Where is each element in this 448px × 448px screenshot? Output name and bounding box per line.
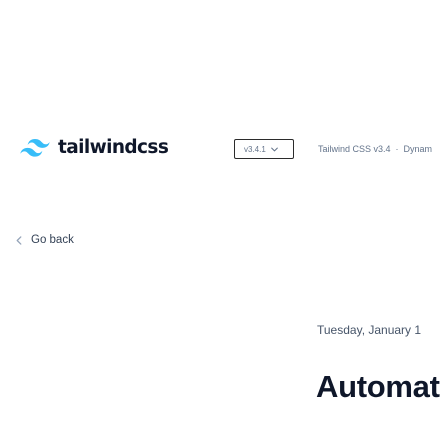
separator-dot: · [395,144,399,154]
release-subtitle: Dynam [403,144,433,154]
post-date: Tuesday, January 1 [317,323,422,337]
release-announcement-link[interactable]: Tailwind CSS v3.4 · Dynam [318,144,432,154]
tailwind-logo-link[interactable]: tailwindcss [20,137,169,158]
post-title: Automat [316,369,440,404]
release-title: Tailwind CSS v3.4 [318,144,391,154]
go-back-label: Go back [31,234,74,246]
blog-post-page: tailwindcss v3.4.1 Tailwind CSS v3.4 · Dyn… [0,0,448,448]
version-label: v3.4.1 [244,144,266,154]
chevron-down-icon [270,147,278,151]
go-back-link[interactable]: Go back [16,234,74,246]
version-select[interactable]: v3.4.1 [234,139,294,159]
chevron-left-icon [16,235,22,245]
tailwind-logo-icon [20,138,50,157]
logo-wordmark: tailwindcss [58,137,169,158]
